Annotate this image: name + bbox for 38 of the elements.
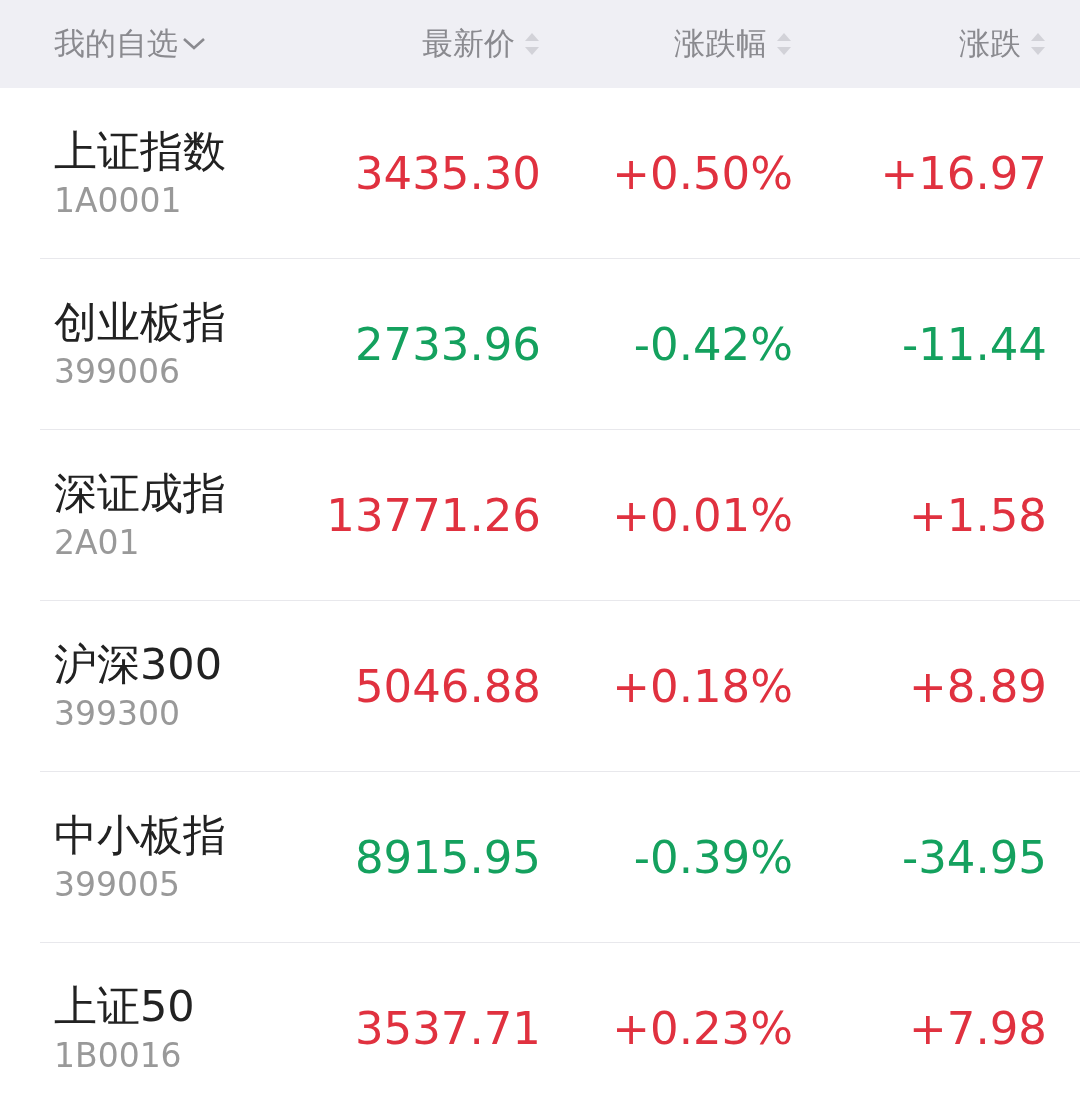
change-percent: -0.42% — [632, 317, 793, 371]
sort-icon — [1029, 31, 1047, 57]
index-name: 沪深300 — [54, 638, 224, 691]
change-percent: +0.18% — [611, 659, 793, 713]
index-name: 创业板指 — [54, 296, 227, 349]
change-amount: +1.58 — [908, 488, 1047, 542]
change-amount: +7.98 — [908, 1001, 1047, 1055]
column-header[interactable]: 涨跌 — [959, 23, 1021, 65]
index-code: 399006 — [54, 351, 181, 393]
change-percent: +0.01% — [611, 488, 793, 542]
chevron-down-icon[interactable] — [182, 37, 206, 51]
sort-icon — [523, 31, 541, 57]
index-name: 深证成指 — [54, 467, 227, 520]
change-amount: -34.95 — [900, 830, 1047, 884]
index-code: 1B0016 — [54, 1035, 183, 1077]
index-name: 上证指数 — [54, 125, 227, 178]
latest-price: 13771.26 — [325, 488, 541, 542]
index-name: 上证50 — [54, 980, 196, 1033]
index-code: 399005 — [54, 864, 181, 906]
change-amount: +8.89 — [908, 659, 1047, 713]
sort-icon — [775, 31, 793, 57]
change-percent: -0.39% — [632, 830, 793, 884]
change-percent: +0.50% — [611, 146, 793, 200]
latest-price: 5046.88 — [353, 659, 541, 713]
change-percent: +0.23% — [611, 1001, 793, 1055]
index-name: 中小板指 — [54, 809, 227, 862]
latest-price: 3537.71 — [353, 1001, 541, 1055]
index-code: 399300 — [54, 693, 181, 735]
change-amount: +16.97 — [879, 146, 1047, 200]
change-amount: -11.44 — [900, 317, 1047, 371]
index-code: 1A0001 — [54, 180, 183, 222]
column-header[interactable]: 涨跌幅 — [674, 23, 767, 65]
latest-price: 3435.30 — [353, 146, 541, 200]
column-header[interactable]: 最新价 — [422, 23, 515, 65]
latest-price: 2733.96 — [353, 317, 541, 371]
index-code: 2A01 — [54, 522, 141, 564]
watchlist-title[interactable]: 我的自选 — [54, 23, 178, 65]
latest-price: 8915.95 — [353, 830, 541, 884]
